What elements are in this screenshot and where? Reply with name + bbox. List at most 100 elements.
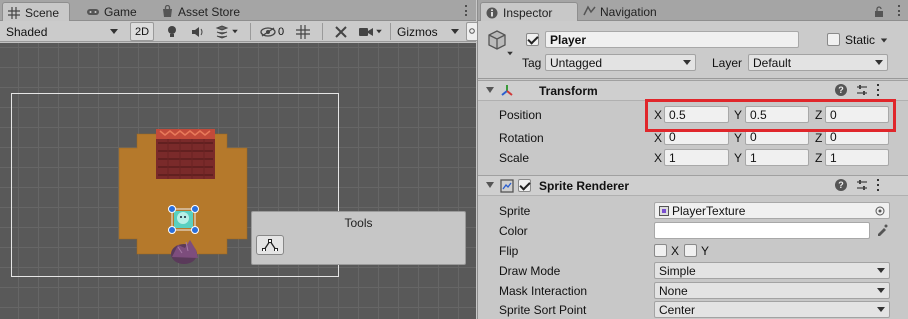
audio-toggle-button[interactable] bbox=[186, 22, 210, 41]
chevron-down-icon bbox=[683, 60, 691, 65]
chevron-down-icon bbox=[877, 268, 885, 273]
inspector-menu-icon[interactable] bbox=[894, 4, 904, 17]
toolbar-separator bbox=[322, 23, 323, 40]
scene-panel: Scene Game Asset Store Shaded 2D 0 Gizmo… bbox=[0, 0, 478, 319]
chevron-down-icon bbox=[376, 29, 382, 34]
transform-header[interactable]: Transform ? bbox=[478, 80, 908, 101]
tab-navigation[interactable]: Navigation bbox=[578, 2, 665, 21]
sprite-asset-icon bbox=[659, 205, 669, 216]
component-menu-icon[interactable] bbox=[877, 84, 880, 96]
inspector-tabbar: Inspector Navigation bbox=[478, 0, 908, 22]
component-menu-icon[interactable] bbox=[877, 179, 880, 191]
foldout-arrow-icon[interactable] bbox=[486, 87, 494, 93]
layer-value: Default bbox=[753, 55, 792, 70]
chevron-down-icon bbox=[875, 60, 883, 65]
chevron-down-icon bbox=[232, 29, 238, 34]
scale-y-field[interactable]: 1 bbox=[745, 149, 809, 166]
chevron-down-icon[interactable] bbox=[880, 38, 888, 43]
transform-title: Transform bbox=[539, 84, 598, 98]
cube-icon bbox=[488, 30, 506, 50]
2d-toggle-button[interactable]: 2D bbox=[130, 22, 154, 41]
grid-toggle-button[interactable] bbox=[292, 22, 314, 41]
chevron-down-icon[interactable] bbox=[507, 51, 513, 56]
effects-dropdown[interactable] bbox=[212, 22, 242, 41]
inspector-panel: Inspector Navigation Player Static Tag U… bbox=[477, 0, 908, 319]
static-label: Static bbox=[845, 33, 876, 47]
store-icon bbox=[160, 5, 174, 19]
lock-button[interactable] bbox=[874, 2, 884, 21]
scale-z-field[interactable]: 1 bbox=[825, 149, 889, 166]
scale-x-field[interactable]: 1 bbox=[664, 149, 729, 166]
tools-toggle-button[interactable] bbox=[330, 22, 352, 41]
preset-icon[interactable] bbox=[856, 179, 868, 191]
tab-asset-store-label: Asset Store bbox=[178, 4, 241, 19]
layer-dropdown[interactable]: Default bbox=[748, 54, 888, 71]
position-label: Position bbox=[499, 108, 542, 122]
tab-asset-store[interactable]: Asset Store bbox=[156, 2, 248, 21]
flip-y-checkbox[interactable] bbox=[684, 244, 697, 257]
camera-dropdown[interactable] bbox=[356, 22, 386, 41]
info-icon bbox=[485, 6, 499, 20]
tab-game[interactable]: Game bbox=[82, 2, 145, 21]
help-icon[interactable]: ? bbox=[835, 84, 847, 96]
gizmos-label: Gizmos bbox=[397, 24, 438, 39]
hidden-objects-toggle[interactable]: 0 bbox=[256, 22, 288, 41]
tools-overlay[interactable]: Tools bbox=[251, 211, 466, 265]
sprite-renderer-header[interactable]: Sprite Renderer ? bbox=[478, 175, 908, 196]
mask-interaction-dropdown[interactable]: None bbox=[654, 282, 890, 299]
edit-collider-button[interactable] bbox=[256, 235, 284, 255]
flip-label: Flip bbox=[499, 244, 519, 258]
hidden-count: 0 bbox=[277, 25, 285, 38]
tab-inspector-label: Inspector bbox=[503, 5, 553, 20]
chevron-down-icon bbox=[110, 29, 118, 34]
flip-x-label: X bbox=[671, 244, 680, 258]
color-label: Color bbox=[499, 224, 528, 238]
lock-icon bbox=[875, 5, 883, 17]
foldout-arrow-icon[interactable] bbox=[486, 182, 494, 188]
effects-icon bbox=[215, 24, 229, 39]
sprite-renderer-icon bbox=[500, 179, 514, 193]
tab-navigation-label: Navigation bbox=[600, 4, 657, 19]
grid-icon bbox=[296, 24, 310, 39]
tag-dropdown[interactable]: Untagged bbox=[545, 54, 696, 71]
sprite-sort-point-label: Sprite Sort Point bbox=[499, 303, 587, 317]
sprite-renderer-enabled-checkbox[interactable] bbox=[518, 179, 531, 192]
eye-slash-icon bbox=[260, 26, 276, 37]
active-checkbox[interactable] bbox=[526, 33, 539, 46]
rotation-x-label: X bbox=[654, 131, 663, 145]
sprite-sort-point-value: Center bbox=[659, 302, 696, 317]
lightbulb-icon bbox=[168, 25, 176, 37]
scale-x-label: X bbox=[654, 151, 663, 165]
tab-scene[interactable]: Scene bbox=[2, 2, 70, 22]
sprite-label: Sprite bbox=[499, 204, 531, 218]
scene-toolbar: Shaded 2D 0 Gizmos bbox=[0, 21, 478, 42]
color-swatch[interactable] bbox=[654, 222, 870, 239]
preset-icon[interactable] bbox=[856, 84, 868, 96]
object-name-field[interactable]: Player bbox=[545, 31, 799, 48]
tools-icon bbox=[335, 25, 347, 38]
tag-label: Tag bbox=[522, 56, 542, 70]
sprite-sort-point-dropdown[interactable]: Center bbox=[654, 301, 890, 318]
chevron-down-icon bbox=[877, 307, 885, 312]
gizmos-dropdown[interactable]: Gizmos bbox=[393, 22, 463, 41]
help-icon[interactable]: ? bbox=[835, 179, 847, 191]
flip-x-checkbox[interactable] bbox=[654, 244, 667, 257]
static-checkbox[interactable] bbox=[827, 33, 840, 46]
speaker-icon bbox=[192, 26, 203, 37]
eyedropper-icon[interactable] bbox=[876, 224, 888, 236]
tools-overlay-title: Tools bbox=[344, 216, 373, 230]
sprite-object-field[interactable]: PlayerTexture bbox=[654, 202, 890, 219]
chevron-down-icon bbox=[877, 288, 885, 293]
object-picker-icon[interactable] bbox=[875, 206, 885, 216]
gameobject-header: Player Static Tag Untagged Layer Default bbox=[478, 21, 908, 79]
mask-interaction-label: Mask Interaction bbox=[499, 284, 588, 298]
camera-icon bbox=[359, 27, 373, 36]
grid-icon bbox=[7, 6, 21, 20]
lighting-toggle-button[interactable] bbox=[160, 22, 184, 41]
tab-inspector[interactable]: Inspector bbox=[480, 2, 578, 22]
scene-viewport[interactable] bbox=[0, 43, 476, 319]
scene-menu-icon[interactable] bbox=[461, 4, 471, 17]
draw-mode-dropdown[interactable]: Simple bbox=[654, 262, 890, 279]
rotation-label: Rotation bbox=[499, 131, 544, 145]
shading-mode-dropdown[interactable]: Shaded bbox=[2, 22, 122, 41]
